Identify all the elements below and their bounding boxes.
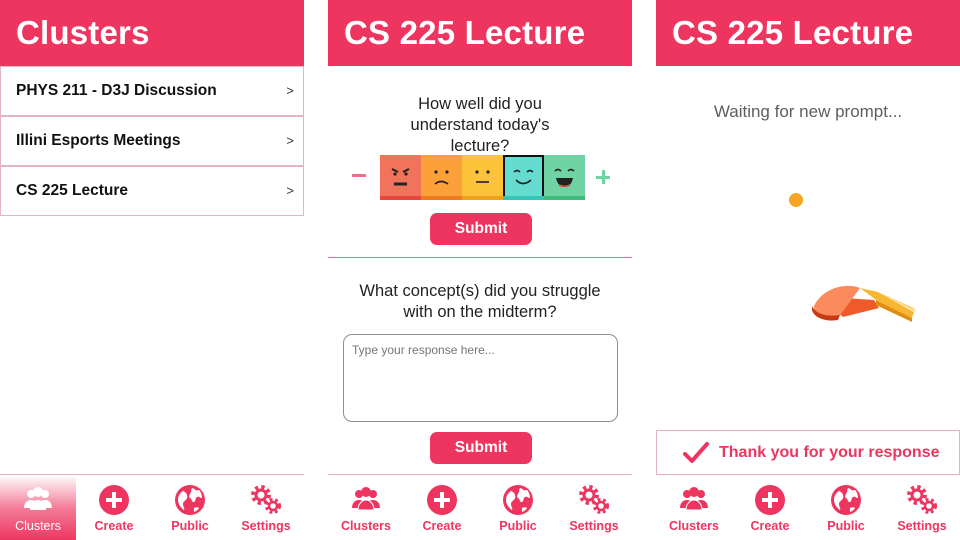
- cluster-name: Illini Esports Meetings: [16, 132, 181, 149]
- bottom-nav: Clusters Create Public Settings: [0, 474, 304, 540]
- nav-create[interactable]: Create: [404, 475, 480, 540]
- rating-face-2[interactable]: [421, 155, 462, 200]
- submit-response-button[interactable]: Submit: [430, 432, 532, 464]
- sad-face-icon: [421, 155, 462, 196]
- nav-label: Settings: [569, 519, 619, 533]
- rating-face-4[interactable]: [503, 155, 544, 200]
- page-title: CS 225 Lecture: [328, 0, 632, 66]
- nav-settings[interactable]: Settings: [228, 475, 304, 540]
- gears-icon: [579, 485, 609, 514]
- bottom-nav: Clusters Create Public Settings: [656, 474, 960, 540]
- people-icon: [24, 487, 52, 510]
- nav-public[interactable]: Public: [808, 475, 884, 540]
- cluster-item-cs225[interactable]: CS 225 Lecture >: [0, 166, 304, 216]
- cluster-item-phys211[interactable]: PHYS 211 - D3J Discussion >: [0, 66, 304, 116]
- plus-circle-icon: [99, 485, 129, 515]
- rating-bar: [503, 196, 544, 200]
- nav-label: Create: [94, 519, 134, 533]
- submit-rating-button[interactable]: Submit: [430, 213, 532, 245]
- ball-icon: [789, 193, 803, 207]
- gears-icon: [251, 485, 281, 514]
- nav-label: Clusters: [15, 519, 61, 533]
- grin-face-icon: [544, 155, 585, 196]
- chevron-right-icon: >: [286, 83, 294, 98]
- nav-label: Settings: [897, 519, 947, 533]
- people-icon: [352, 487, 380, 511]
- nav-label: Clusters: [668, 519, 720, 533]
- nav-public[interactable]: Public: [152, 475, 228, 540]
- cluster-item-esports[interactable]: Illini Esports Meetings >: [0, 116, 304, 166]
- bottom-nav: Clusters Create Public Settings: [328, 474, 632, 540]
- rating-face-1[interactable]: [380, 155, 421, 200]
- nav-settings[interactable]: Settings: [556, 475, 632, 540]
- cluster-name: PHYS 211 - D3J Discussion: [16, 82, 217, 99]
- chevron-right-icon: >: [286, 183, 294, 198]
- globe-icon: [175, 485, 205, 515]
- nav-label: Create: [750, 519, 790, 533]
- ping-pong-illustration: [789, 193, 916, 322]
- paddle-icon: [812, 285, 916, 322]
- neutral-face-icon: [462, 155, 503, 196]
- globe-icon: [831, 485, 861, 515]
- response-input[interactable]: [343, 334, 618, 422]
- section-divider: [328, 257, 632, 258]
- checkmark-icon: [683, 442, 709, 463]
- nav-label: Public: [499, 519, 537, 533]
- page-title: Clusters: [0, 0, 304, 66]
- rating-bar: [380, 196, 421, 200]
- nav-create[interactable]: Create: [732, 475, 808, 540]
- confirmation-text: Thank you for your response: [719, 444, 940, 461]
- nav-create[interactable]: Create: [76, 475, 152, 540]
- nav-label: Settings: [241, 519, 291, 533]
- nav-label: Create: [422, 519, 462, 533]
- angry-face-icon: [380, 155, 421, 196]
- chevron-right-icon: >: [286, 133, 294, 148]
- minus-icon: [352, 174, 366, 177]
- nav-label: Public: [171, 519, 209, 533]
- globe-icon: [503, 485, 533, 515]
- rating-bar: [421, 196, 462, 200]
- waiting-message: Waiting for new prompt...: [713, 102, 903, 121]
- nav-public[interactable]: Public: [480, 475, 556, 540]
- rating-face-3[interactable]: [462, 155, 503, 200]
- plus-circle-icon: [427, 485, 457, 515]
- nav-label: Public: [827, 519, 865, 533]
- waiting-screen: CS 225 Lecture Waiting for new prompt...…: [656, 0, 960, 540]
- question-understanding: How well did you understand today's lect…: [410, 95, 550, 155]
- rating-bar: [544, 196, 585, 200]
- confirmation-banner: Thank you for your response: [656, 430, 960, 474]
- nav-clusters[interactable]: Clusters: [328, 475, 404, 540]
- nav-label: Clusters: [340, 519, 392, 533]
- rating-bar: [462, 196, 503, 200]
- nav-clusters[interactable]: Clusters: [656, 475, 732, 540]
- plus-icon: [596, 170, 610, 184]
- question-midterm: What concept(s) did you struggle with on…: [359, 282, 601, 321]
- rating-face-5[interactable]: [544, 155, 585, 200]
- plus-circle-icon: [755, 485, 785, 515]
- nav-settings[interactable]: Settings: [884, 475, 960, 540]
- nav-clusters[interactable]: Clusters: [0, 475, 76, 540]
- people-icon: [680, 487, 708, 511]
- prompt-screen: CS 225 Lecture How well did you understa…: [328, 0, 632, 540]
- gears-icon: [907, 485, 937, 514]
- cluster-name: CS 225 Lecture: [16, 182, 128, 199]
- clusters-screen: Clusters PHYS 211 - D3J Discussion > Ill…: [0, 0, 304, 540]
- page-title: CS 225 Lecture: [656, 0, 960, 66]
- smile-face-icon: [503, 155, 544, 196]
